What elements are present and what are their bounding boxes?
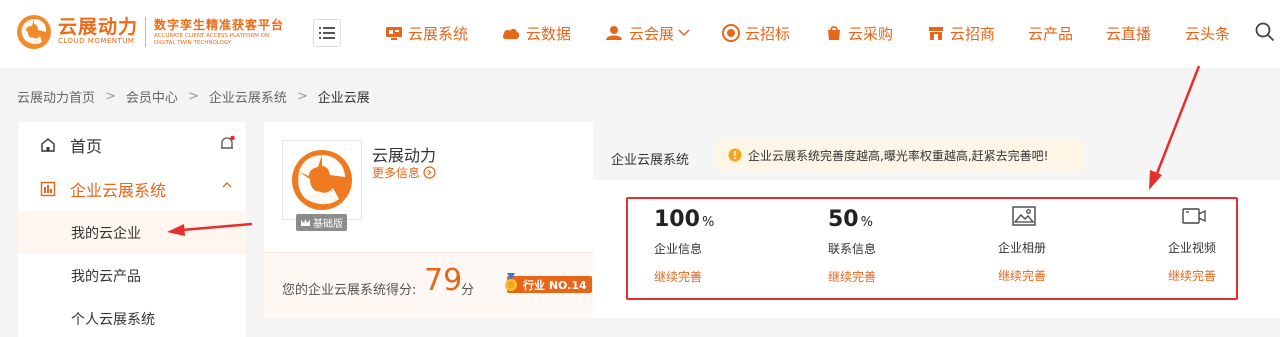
breadcrumb-separator: > [105, 89, 116, 104]
nav-cloud-bidding[interactable]: 云招标 [722, 22, 790, 44]
nav-label: 云招商 [950, 24, 996, 43]
score-section: 您的企业云展系统得分: 79 分 行业 NO.14 [264, 252, 593, 318]
sidebar-item-home[interactable]: 首页 [18, 122, 246, 167]
notification-bell-icon[interactable] [218, 135, 236, 153]
sidebar-item-label: 我的云企业 [71, 225, 141, 242]
chevron-right-circle-icon [423, 166, 436, 179]
metric-value: 100% [654, 207, 715, 232]
breadcrumb-current: 企业云展 [317, 91, 370, 106]
nav-cloud-headlines[interactable]: 云头条 [1185, 22, 1230, 44]
breadcrumb-separator: > [296, 89, 308, 104]
sidebar-item-my-cloud-enterprise[interactable]: 我的云企业 [18, 211, 246, 254]
sidebar-group-label: 企业云展系统 [70, 181, 167, 200]
nav-label: 云产品 [1028, 24, 1074, 43]
menu-toggle-button[interactable] [313, 19, 341, 47]
nav-label: 云直播 [1106, 24, 1152, 43]
continue-improve-link[interactable]: 继续完善 [654, 268, 702, 285]
nav-cloud-investment[interactable]: 云招商 [927, 22, 995, 44]
sidebar: 首页 企业云展系统 我的云企业 我的云产品 个人云展系统 [18, 122, 246, 337]
breadcrumb: 云展动力首页 > 会员中心 > 企业云展系统 > 企业云展 [17, 87, 370, 106]
continue-improve-link[interactable]: 继续完善 [998, 267, 1046, 284]
enterprise-system-icon [40, 181, 56, 197]
image-icon[interactable] [1012, 206, 1036, 226]
completeness-notice: 企业云展系统完善度越高,曝光率权重越高,赶紧去完善吧! [716, 139, 1084, 171]
metric-label: 企业视频 [1168, 241, 1217, 255]
logo-text[interactable]: 云展动力 [58, 12, 138, 39]
more-info-link[interactable]: 更多信息 [372, 164, 436, 181]
nav-cloud-expo[interactable]: 云会展 [604, 22, 695, 44]
chevron-up-icon [222, 182, 232, 188]
home-icon [41, 137, 55, 152]
exhibit-system-icon [386, 27, 402, 40]
list-menu-icon [319, 27, 335, 39]
search-icon[interactable] [1255, 22, 1275, 42]
cloud-investment-icon [929, 27, 943, 40]
top-navigation-bar: 云展动力 CLOUD MOMENTUM 数字孪生精准获客平台 ACCURATE … [0, 0, 1280, 68]
crown-icon [301, 219, 310, 226]
nav-label: 云招标 [745, 24, 791, 43]
nav-cloud-data[interactable]: 云数据 [501, 22, 571, 44]
logo-divider [145, 17, 146, 47]
metric-label: 企业信息 [654, 242, 703, 256]
nav-label: 云头条 [1185, 24, 1231, 43]
nav-label: 云采购 [848, 24, 894, 43]
company-logo[interactable] [282, 140, 362, 220]
industry-rank-badge: 行业 NO.14 [505, 273, 592, 293]
company-logo-icon [292, 150, 352, 210]
nav-label: 云展系统 [408, 24, 469, 43]
score-value: 79 [424, 263, 463, 298]
medal-icon [505, 273, 517, 291]
cloud-bidding-icon [722, 24, 740, 42]
company-name: 云展动力 [372, 146, 437, 165]
breadcrumb-system-link[interactable]: 企业云展系统 [209, 87, 287, 106]
completeness-metrics: 100% 企业信息 继续完善 50% 联系信息 继续完善 企业相册 继续完善 企… [593, 180, 1280, 318]
panel-header: 企业云展系统 企业云展系统完善度越高,曝光率权重越高,赶紧去完善吧! [593, 122, 1280, 180]
nav-cloud-product[interactable]: 云产品 [1028, 22, 1073, 44]
panel-title: 企业云展系统 [611, 153, 690, 168]
metric-label: 联系信息 [828, 242, 877, 256]
slogan: 数字孪生精准获客平台 [154, 18, 285, 32]
breadcrumb-separator: > [187, 89, 199, 104]
nav-label: 云数据 [526, 24, 572, 43]
enterprise-system-panel: 企业云展系统 企业云展系统完善度越高,曝光率权重越高,赶紧去完善吧! 100% … [593, 122, 1280, 318]
nav-cloud-purchase[interactable]: 云采购 [825, 22, 893, 44]
sidebar-item-label: 首页 [70, 136, 103, 156]
metric-value: 50% [828, 207, 873, 232]
chevron-down-icon [678, 29, 690, 37]
cloud-data-icon [502, 28, 520, 39]
nav-label: 云会展 [629, 24, 675, 43]
cloud-expo-icon [606, 26, 622, 40]
sidebar-item-my-cloud-products[interactable]: 我的云产品 [18, 254, 246, 297]
sidebar-group-enterprise-system[interactable]: 企业云展系统 [18, 167, 246, 211]
metric-label: 企业相册 [998, 241, 1047, 255]
nav-cloud-exhibit-system[interactable]: 云展系统 [385, 22, 468, 44]
info-icon [728, 148, 742, 162]
breadcrumb-home-link[interactable]: 云展动力首页 [17, 87, 95, 106]
score-unit: 分 [461, 283, 475, 298]
sidebar-item-label: 个人云展系统 [71, 311, 155, 328]
continue-improve-link[interactable]: 继续完善 [828, 268, 876, 285]
score-label: 您的企业云展系统得分: [282, 283, 417, 298]
company-profile-card: 基础版 云展动力 更多信息 您的企业云展系统得分: 79 分 行业 NO.14 [264, 122, 593, 318]
slogan-english: ACCURATE CLIENT ACCESS PLATFORM ON DIGIT… [154, 33, 270, 46]
edition-badge: 基础版 [296, 214, 347, 231]
nav-cloud-live[interactable]: 云直播 [1106, 22, 1151, 44]
continue-improve-link[interactable]: 继续完善 [1168, 267, 1216, 284]
sidebar-item-label: 我的云产品 [71, 268, 141, 285]
cloud-momentum-logo-icon[interactable] [16, 14, 52, 50]
breadcrumb-member-center-link[interactable]: 会员中心 [126, 87, 178, 106]
logo-english-text: CLOUD MOMENTUM [58, 37, 135, 45]
sidebar-item-personal-system[interactable]: 个人云展系统 [18, 297, 246, 337]
video-icon[interactable] [1182, 206, 1206, 226]
cloud-purchase-icon [828, 26, 840, 40]
highlight-box [626, 197, 1238, 300]
